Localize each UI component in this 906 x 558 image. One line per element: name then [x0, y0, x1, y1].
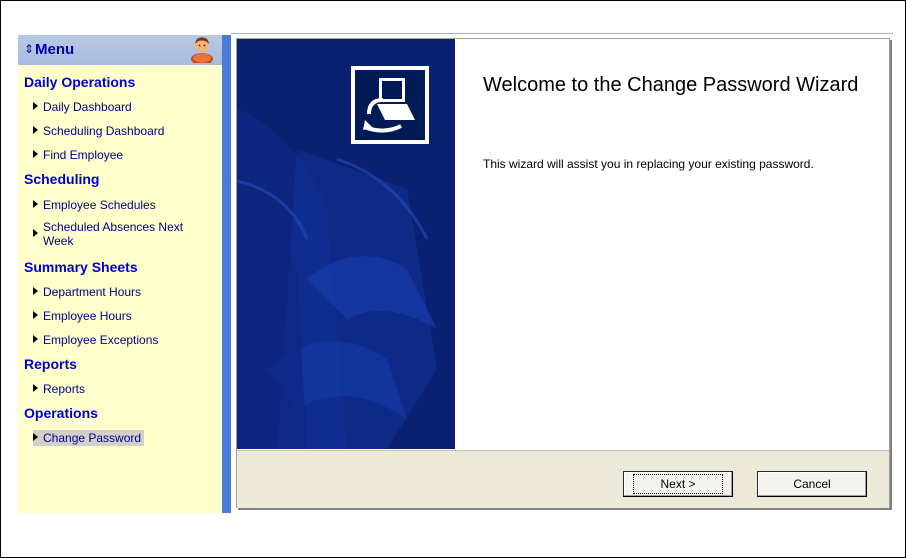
sidebar-menu: ⇕ Menu Daily Operations Daily Dashboard …	[18, 35, 222, 513]
menu-item-daily-dashboard[interactable]: Daily Dashboard	[33, 99, 135, 115]
section-summary-sheets: Summary Sheets	[24, 259, 138, 275]
top-rule	[231, 33, 893, 34]
menu-item-find-employee[interactable]: Find Employee	[33, 147, 126, 163]
menu-item-scheduling-dashboard[interactable]: Scheduling Dashboard	[33, 123, 167, 139]
menu-item-label: Employee Schedules	[43, 198, 156, 212]
section-reports: Reports	[24, 356, 77, 372]
triangle-icon	[33, 102, 38, 110]
triangle-icon	[33, 311, 38, 319]
section-operations: Operations	[24, 405, 98, 421]
sidebar-divider[interactable]	[222, 35, 231, 513]
menu-item-change-password[interactable]: Change Password	[33, 430, 145, 446]
menu-item-label: Employee Hours	[43, 309, 132, 323]
menu-item-label: Find Employee	[43, 148, 124, 162]
triangle-icon	[33, 384, 38, 392]
menu-item-label: Department Hours	[43, 285, 142, 299]
wizard-button-bar: Next > Cancel	[237, 450, 889, 508]
menu-header[interactable]: ⇕ Menu	[18, 35, 222, 65]
menu-title: Menu	[35, 41, 75, 58]
wizard-description: This wizard will assist you in replacing…	[483, 157, 814, 171]
triangle-icon	[33, 335, 38, 343]
menu-item-department-hours[interactable]: Department Hours	[33, 284, 144, 300]
menu-item-label: Scheduling Dashboard	[43, 124, 165, 138]
menu-item-reports[interactable]: Reports	[33, 381, 88, 397]
menu-item-label: Change Password	[43, 431, 142, 445]
triangle-icon	[33, 200, 38, 208]
cancel-button[interactable]: Cancel	[757, 471, 867, 497]
menu-item-scheduled-absences[interactable]: Scheduled Absences Next Week	[33, 219, 216, 249]
menu-item-label: Reports	[43, 382, 86, 396]
menu-item-label: Scheduled Absences Next Week	[43, 220, 184, 248]
menu-item-label: Employee Exceptions	[43, 333, 159, 347]
next-button[interactable]: Next >	[623, 471, 733, 497]
menu-item-employee-exceptions[interactable]: Employee Exceptions	[33, 332, 161, 348]
triangle-icon	[33, 229, 38, 237]
collapse-arrows-icon[interactable]: ⇕	[24, 42, 34, 56]
triangle-icon	[33, 126, 38, 134]
menu-item-label: Daily Dashboard	[43, 100, 132, 114]
user-avatar-icon[interactable]	[189, 35, 215, 63]
wizard-banner	[237, 39, 455, 449]
triangle-icon	[33, 287, 38, 295]
triangle-icon	[33, 433, 38, 441]
section-daily-operations: Daily Operations	[24, 74, 136, 90]
menu-item-employee-schedules[interactable]: Employee Schedules	[33, 197, 159, 213]
change-password-wizard: Welcome to the Change Password Wizard Th…	[236, 38, 890, 508]
wizard-computer-icon	[351, 66, 429, 144]
triangle-icon	[33, 150, 38, 158]
next-button-label: Next >	[633, 474, 723, 494]
menu-item-employee-hours[interactable]: Employee Hours	[33, 308, 135, 324]
wizard-title: Welcome to the Change Password Wizard	[483, 74, 859, 96]
section-scheduling: Scheduling	[24, 171, 100, 187]
